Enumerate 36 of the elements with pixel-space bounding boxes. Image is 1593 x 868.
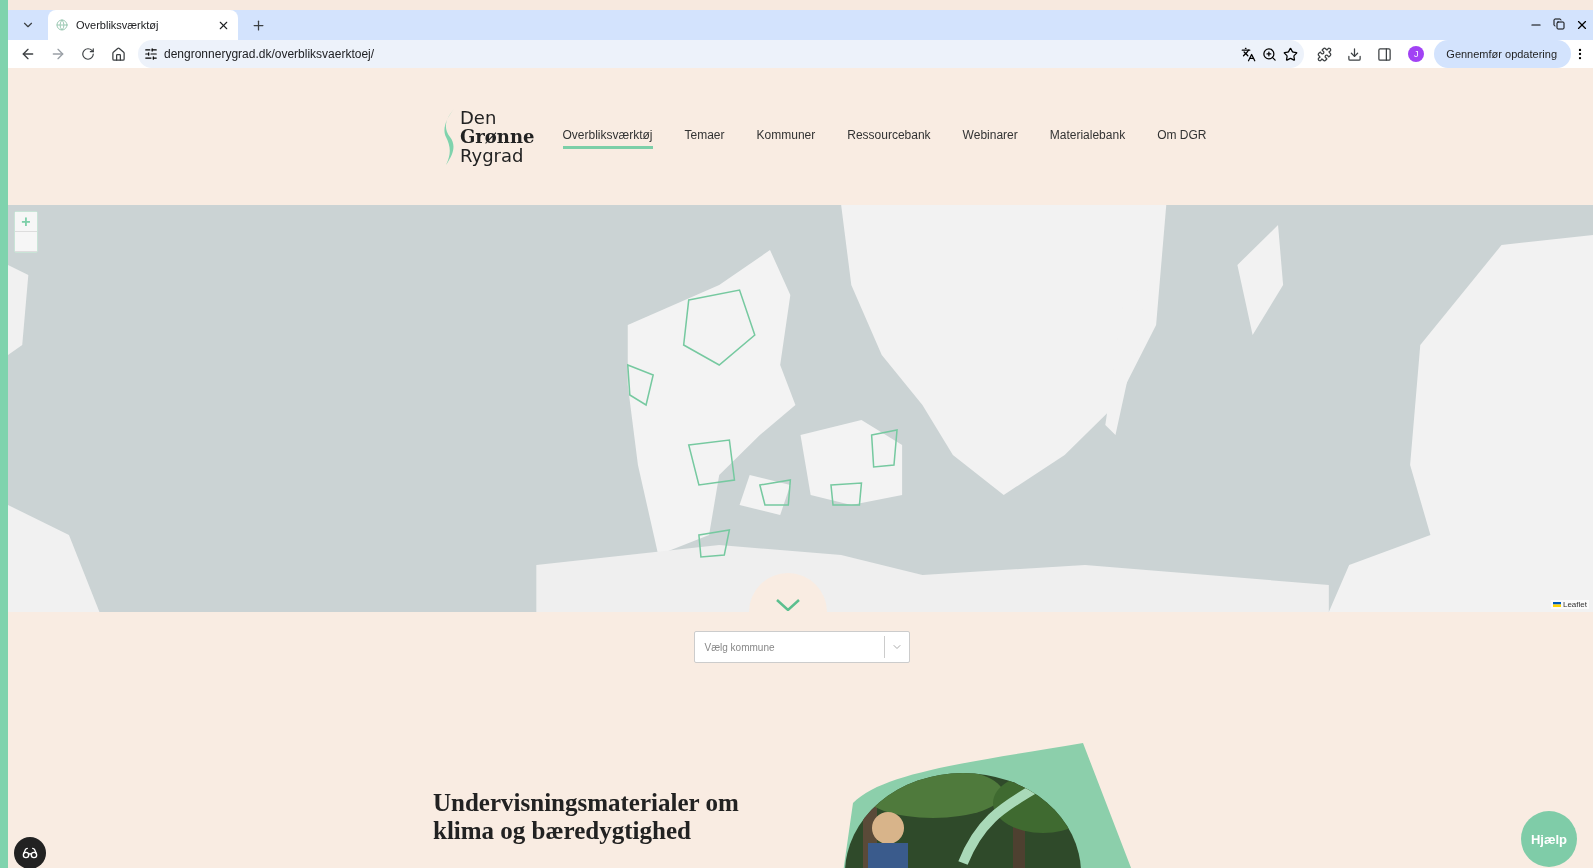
nav-link[interactable]: Temaer: [684, 124, 725, 149]
nav-link[interactable]: Om DGR: [1157, 124, 1207, 149]
browser-tab[interactable]: Overbliksværktøj: [48, 10, 238, 40]
site-settings-icon[interactable]: [144, 47, 158, 61]
download-icon: [1346, 46, 1362, 62]
nav-link[interactable]: Overbliksværktøj: [562, 124, 653, 149]
profile-avatar[interactable]: J: [1408, 46, 1425, 62]
puzzle-icon: [1316, 46, 1332, 62]
translate-icon[interactable]: [1241, 46, 1257, 62]
accessibility-button[interactable]: [14, 837, 46, 868]
chevron-down-icon: [776, 599, 800, 611]
municipality-select[interactable]: Vælg kommune: [693, 631, 910, 663]
close-window-icon[interactable]: [1575, 18, 1589, 32]
forward-arrow-icon: [50, 46, 66, 62]
reload-icon: [81, 47, 95, 61]
plus-icon: [250, 17, 266, 33]
restore-icon[interactable]: [1553, 18, 1565, 30]
nav-link[interactable]: Webinarer: [962, 124, 1018, 149]
nav-link[interactable]: Ressourcebank: [847, 124, 931, 149]
update-button[interactable]: Gennemfør opdatering: [1434, 40, 1571, 68]
logo-text: Den: [460, 108, 498, 127]
nav-link[interactable]: Kommuner: [756, 124, 816, 149]
section-heading: Undervisningsmaterialer om klima og bæredygtighed: [433, 789, 740, 846]
url-text: dengronnerygrad.dk/overbliksvaerktoej/: [164, 47, 376, 61]
logo-text: Grønne: [460, 127, 535, 146]
tab-title: Overbliksværktøj: [76, 19, 160, 31]
nav-link[interactable]: Materialebank: [1049, 124, 1126, 149]
address-bar[interactable]: dengronnerygrad.dk/overbliksvaerktoej/: [138, 40, 1305, 68]
zoom-icon[interactable]: [1262, 46, 1278, 62]
bookmark-icon[interactable]: [1283, 46, 1299, 62]
home-icon: [110, 46, 126, 62]
side-panel-icon: [1376, 46, 1392, 62]
favicon-icon: [56, 19, 68, 31]
flag-icon: [1552, 602, 1561, 607]
logo-text: Rygrad: [460, 146, 525, 165]
glasses-icon: [22, 845, 38, 861]
